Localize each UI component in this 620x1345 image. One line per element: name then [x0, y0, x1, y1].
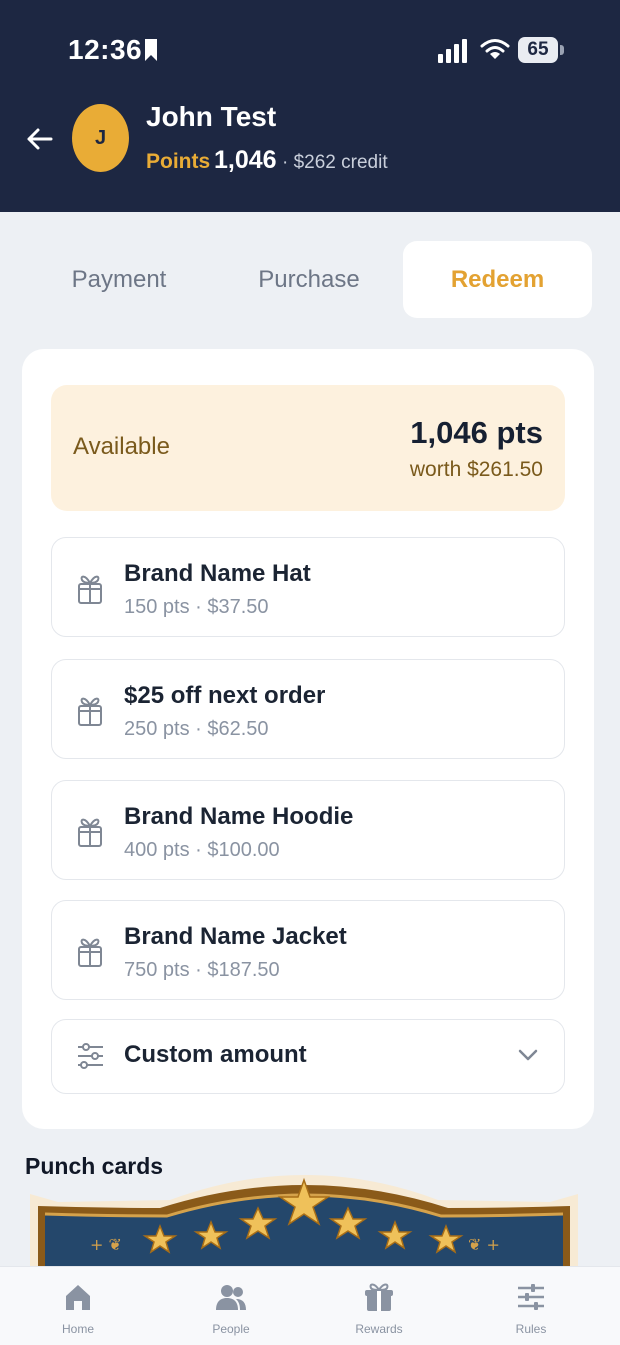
available-points-banner: Available 1,046 pts worth $261.50 [51, 385, 565, 511]
reward-item-jacket[interactable]: Brand Name Jacket 750 pts · $187.50 [51, 900, 565, 1000]
custom-amount-dropdown[interactable]: Custom amount [51, 1019, 565, 1094]
tab-redeem[interactable]: Redeem [403, 241, 592, 318]
available-worth: worth $261.50 [409, 458, 543, 481]
nav-rules[interactable]: Rules [486, 1282, 576, 1340]
gift-icon [365, 1283, 393, 1311]
people-icon [216, 1285, 246, 1310]
battery-indicator: 65 [518, 37, 564, 63]
gift-icon [78, 575, 102, 604]
gift-icon [78, 938, 102, 967]
nav-label: People [212, 1322, 250, 1336]
bottom-navigation: Home People Rewards Rules [0, 1266, 620, 1345]
sliders-icon [78, 1043, 103, 1069]
app-header: 12:36 65 J John Test Points 1,046 · $262… [0, 0, 620, 212]
available-label: Available [73, 433, 170, 460]
status-time: 12:36 [68, 34, 143, 65]
reward-detail: 150 pts · $37.50 [124, 596, 269, 618]
reward-title: Brand Name Jacket [124, 923, 347, 950]
battery-tip [560, 45, 564, 55]
available-points: 1,046 pts [410, 415, 543, 450]
chevron-down-icon [518, 1049, 538, 1061]
reward-title: Brand Name Hat [124, 560, 311, 587]
custom-amount-label: Custom amount [124, 1041, 307, 1068]
reward-detail: 250 pts · $62.50 [124, 718, 269, 740]
nav-rewards[interactable]: Rewards [334, 1282, 424, 1340]
gift-icon [78, 818, 102, 847]
reward-title: $25 off next order [124, 682, 326, 709]
credit-balance: · $262 credit [282, 152, 388, 173]
avatar: J [72, 104, 129, 172]
reward-item-hat[interactable]: Brand Name Hat 150 pts · $37.50 [51, 537, 565, 637]
battery-level: 65 [518, 37, 558, 63]
reward-item-hoodie[interactable]: Brand Name Hoodie 400 pts · $100.00 [51, 780, 565, 880]
nav-people[interactable]: People [186, 1282, 276, 1340]
home-icon [66, 1285, 90, 1310]
reward-title: Brand Name Hoodie [124, 803, 354, 830]
back-arrow-icon[interactable] [24, 124, 54, 154]
bookmark-icon [145, 39, 157, 61]
svg-text:+ ❦: + ❦ [90, 1235, 122, 1254]
gift-icon [78, 697, 102, 726]
sliders-icon [518, 1284, 544, 1310]
nav-label: Rules [515, 1322, 547, 1336]
wifi-icon [480, 39, 510, 59]
nav-home[interactable]: Home [33, 1282, 123, 1340]
points-value: 1,046 [214, 146, 277, 174]
tab-payment[interactable]: Payment [24, 241, 214, 318]
reward-detail: 400 pts · $100.00 [124, 839, 280, 861]
reward-detail: 750 pts · $187.50 [124, 959, 280, 981]
tab-purchase[interactable]: Purchase [214, 241, 404, 318]
cellular-signal-icon [438, 39, 467, 63]
svg-text:❦ +: ❦ + [468, 1235, 500, 1254]
points-label: Points [146, 150, 211, 173]
nav-label: Home [61, 1322, 94, 1336]
user-name: John Test [146, 101, 277, 132]
nav-label: Rewards [355, 1322, 403, 1336]
reward-item-discount[interactable]: $25 off next order 250 pts · $62.50 [51, 659, 565, 759]
